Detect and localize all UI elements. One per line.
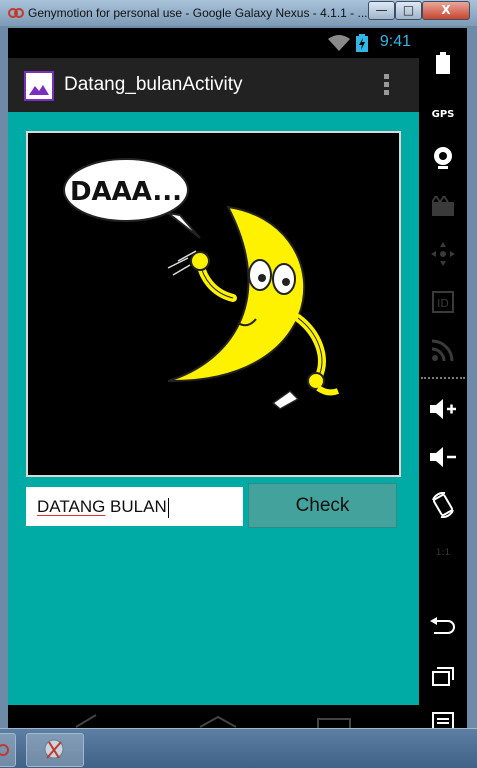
- genymotion-toolbar: GPS ID 1:1: [419, 28, 467, 732]
- answer-word-2: BULAN: [105, 497, 167, 516]
- answer-word-1: DATANG: [37, 497, 106, 516]
- status-time: 9:41: [379, 33, 411, 50]
- window-title: Genymotion for personal use - Google Gal…: [28, 6, 368, 20]
- toolbar-separator: [421, 377, 465, 379]
- genymotion-icon: [8, 8, 24, 18]
- close-button[interactable]: X: [422, 1, 470, 20]
- image-gallery-icon[interactable]: [24, 71, 54, 101]
- svg-text:ID: ID: [437, 297, 449, 310]
- speech-bubble-text: DAAA...: [70, 177, 182, 207]
- windows-taskbar: [0, 728, 477, 768]
- action-bar: Datang_bulanActivity: [8, 58, 419, 112]
- device-id-icon[interactable]: ID: [419, 284, 467, 320]
- battery-icon[interactable]: [419, 45, 467, 81]
- overflow-menu-icon[interactable]: [384, 74, 390, 98]
- window-titlebar: Genymotion for personal use - Google Gal…: [0, 0, 477, 26]
- nav-recents-icon[interactable]: [316, 717, 352, 728]
- webcam-icon[interactable]: [419, 140, 467, 176]
- minimize-button[interactable]: —: [368, 1, 395, 20]
- window-frame: Genymotion for personal use - Google Gal…: [0, 0, 477, 768]
- wifi-icon: [328, 35, 350, 51]
- battery-charging-icon: [356, 34, 368, 52]
- status-bar: 9:41: [8, 28, 419, 58]
- moon-illustration: DAAA...: [63, 158, 340, 410]
- taskbar-item-genymotion[interactable]: [0, 733, 16, 767]
- rss-icon[interactable]: [419, 332, 467, 368]
- moon-image: DAAA...: [26, 131, 401, 477]
- rotate-icon[interactable]: [419, 487, 467, 523]
- pixel-ratio-icon[interactable]: 1:1: [419, 535, 467, 571]
- maximize-button[interactable]: □: [395, 1, 422, 20]
- nav-back-icon[interactable]: [68, 713, 98, 728]
- device-screen: 9:41 Datang_bulanActivity DAAA... DATANG…: [8, 28, 419, 705]
- volume-down-icon[interactable]: [419, 439, 467, 475]
- android-navbar: [8, 705, 419, 728]
- activity-title: Datang_bulanActivity: [64, 74, 243, 95]
- dpad-icon[interactable]: [419, 236, 467, 272]
- volume-up-icon[interactable]: [419, 391, 467, 427]
- pixel-ratio-label: 1:1: [435, 548, 451, 558]
- back-icon[interactable]: [419, 608, 467, 644]
- gps-label: GPS: [431, 108, 455, 120]
- recent-apps-icon[interactable]: [419, 658, 467, 694]
- text-caret: [167, 497, 169, 518]
- taskbar-item-snipping-tool[interactable]: [26, 733, 84, 767]
- gps-icon[interactable]: GPS: [419, 96, 467, 132]
- nav-home-icon[interactable]: [198, 715, 238, 728]
- check-button[interactable]: Check: [248, 483, 397, 528]
- screencast-icon[interactable]: [419, 188, 467, 224]
- answer-input[interactable]: DATANG BULAN: [26, 487, 243, 526]
